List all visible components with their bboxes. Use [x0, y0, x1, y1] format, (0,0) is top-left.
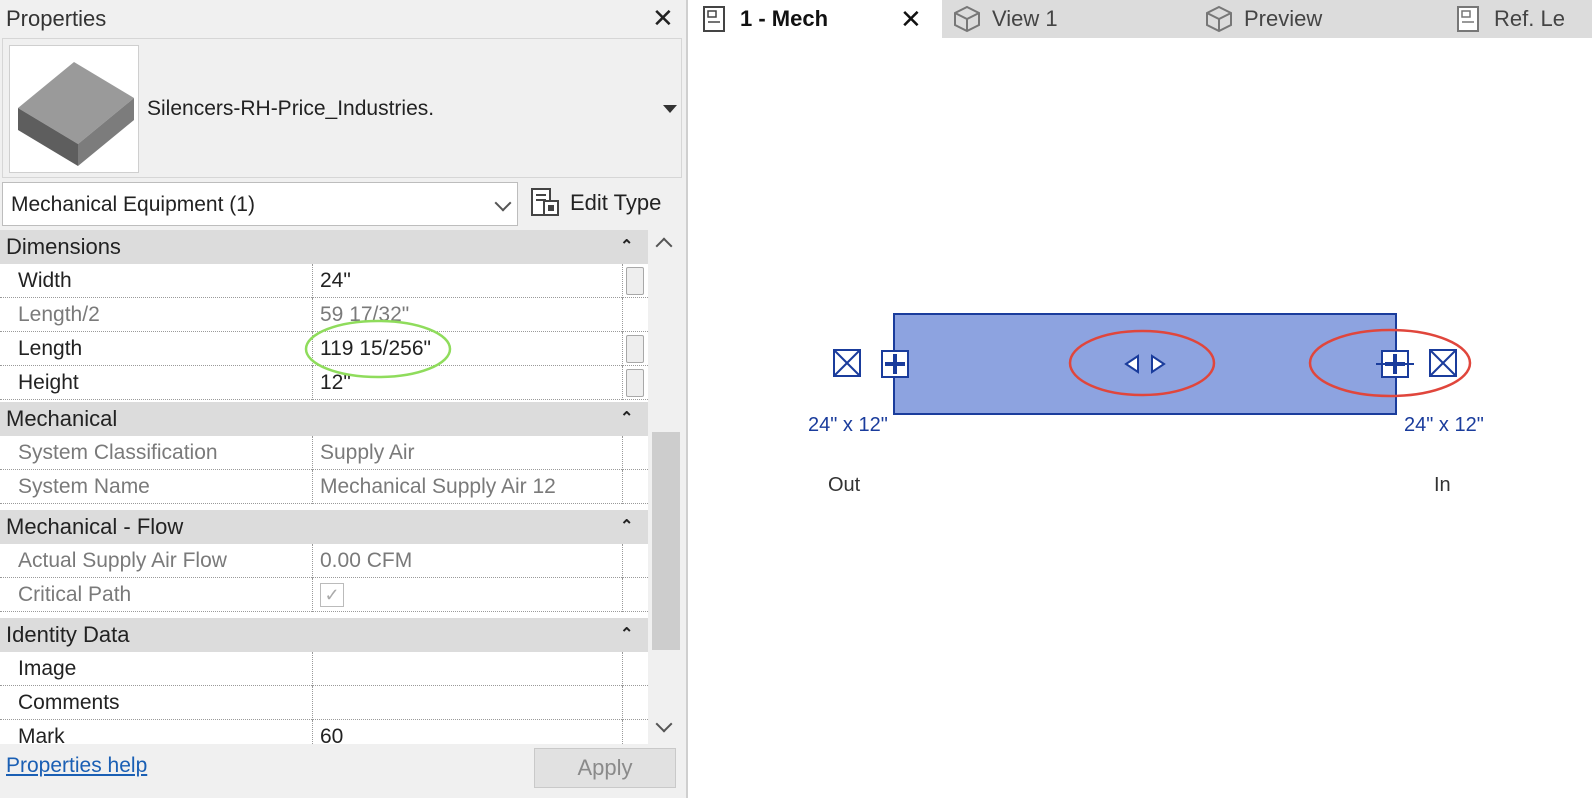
category-filter-select[interactable]: Mechanical Equipment (1): [2, 182, 518, 226]
prop-row-system-classification: System Classification Supply Air: [0, 436, 648, 470]
group-mechanical-flow[interactable]: Mechanical - Flow ⌃: [0, 510, 648, 544]
group-label: Mechanical: [6, 406, 118, 431]
prop-value: Supply Air: [320, 441, 415, 464]
prop-row-actual-flow: Actual Supply Air Flow 0.00 CFM: [0, 544, 648, 578]
drawing-canvas[interactable]: 24" x 12" 24" x 12" Out In: [690, 38, 1592, 798]
length-highlight-ellipse: [304, 319, 452, 379]
view-tabs: 1 - Mech ✕ View 1 Preview Ref. Le: [690, 0, 1592, 38]
tab-close-icon[interactable]: ✕: [900, 4, 922, 35]
left-connection-point-icon: [881, 350, 909, 378]
collapse-icon[interactable]: ⌃: [620, 516, 633, 536]
right-duct-connector-icon: [1429, 349, 1457, 377]
chevron-down-icon: [494, 194, 512, 212]
group-label: Identity Data: [6, 622, 130, 647]
type-selector[interactable]: Silencers-RH-Price_Industries.: [2, 38, 682, 178]
collapse-icon[interactable]: ⌃: [620, 408, 633, 428]
edit-type-icon: [531, 188, 559, 216]
group-label: Dimensions: [6, 234, 121, 259]
prop-name: Width: [18, 269, 72, 292]
prop-name: Length/2: [18, 303, 100, 326]
collapse-icon[interactable]: ⌃: [620, 236, 633, 256]
scroll-thumb[interactable]: [652, 432, 680, 650]
apply-button[interactable]: Apply: [534, 748, 676, 788]
prop-row-mark[interactable]: Mark 60: [0, 720, 648, 744]
prop-value: 0.00 CFM: [320, 549, 413, 572]
tab-label: 1 - Mech: [740, 6, 829, 31]
cube-3d-icon: [1206, 5, 1232, 33]
collapse-icon[interactable]: ⌃: [620, 624, 633, 644]
prop-name: System Classification: [18, 441, 218, 464]
associate-param-button[interactable]: [626, 369, 644, 397]
group-dimensions[interactable]: Dimensions ⌃: [0, 230, 648, 264]
prop-name: Image: [18, 657, 77, 680]
tab-label: Ref. Le: [1494, 6, 1565, 31]
out-label: Out: [828, 474, 861, 496]
prop-name: Critical Path: [18, 583, 132, 606]
properties-title: Properties: [6, 6, 107, 31]
tab-view-1[interactable]: View 1: [952, 0, 1058, 38]
prop-name: Length: [18, 337, 83, 360]
associate-param-button[interactable]: [626, 335, 644, 363]
prop-name: Height: [18, 371, 79, 394]
prop-value: Mechanical Supply Air 12: [320, 475, 556, 498]
prop-row-system-name: System Name Mechanical Supply Air 12: [0, 470, 648, 504]
properties-help-link[interactable]: Properties help: [6, 754, 147, 778]
properties-scrollbar[interactable]: [650, 230, 682, 744]
sheet-view-icon: [1457, 6, 1479, 32]
type-dropdown-arrow-icon[interactable]: [663, 105, 677, 113]
properties-panel: Properties ✕ Silencers-RH-Price_Industri…: [0, 0, 688, 798]
family-thumbnail: [9, 45, 139, 173]
type-name: Silencers-RH-Price_Industries.: [147, 97, 435, 120]
prop-row-image[interactable]: Image: [0, 652, 648, 686]
right-size-label: 24" x 12": [1404, 414, 1484, 436]
edit-type-button[interactable]: Edit Type: [530, 186, 661, 220]
sheet-view-icon: [703, 6, 725, 32]
prop-row-critical-path: Critical Path ✓: [0, 578, 648, 612]
in-label: In: [1434, 474, 1451, 496]
associate-param-button[interactable]: [626, 267, 644, 295]
prop-name: Actual Supply Air Flow: [18, 549, 227, 572]
category-filter-value: Mechanical Equipment (1): [11, 193, 255, 216]
prop-name: Mark: [18, 725, 65, 744]
edit-type-label: Edit Type: [570, 190, 662, 215]
left-duct-connector-icon: [833, 349, 861, 377]
tab-label: View 1: [992, 6, 1058, 31]
silencer-body: [893, 313, 1397, 415]
group-identity-data[interactable]: Identity Data ⌃: [0, 618, 648, 652]
right-connection-point-icon: [1376, 350, 1414, 378]
prop-name: Comments: [18, 691, 120, 714]
cube-3d-icon: [954, 5, 980, 33]
tab-ref-level[interactable]: Ref. Le: [1454, 0, 1565, 38]
group-mechanical[interactable]: Mechanical ⌃: [0, 402, 648, 436]
tab-preview[interactable]: Preview: [1204, 0, 1322, 38]
properties-grid: Dimensions ⌃ Width 24" Length/2 59 17/32…: [0, 230, 648, 744]
prop-row-comments[interactable]: Comments: [0, 686, 648, 720]
tab-label: Preview: [1244, 6, 1323, 31]
scroll-down-icon[interactable]: [655, 715, 673, 733]
tab-1-mech[interactable]: 1 - Mech ✕: [690, 0, 942, 38]
prop-name: System Name: [18, 475, 150, 498]
close-icon[interactable]: ✕: [652, 4, 674, 32]
prop-value[interactable]: 60: [320, 725, 343, 744]
scroll-up-icon[interactable]: [655, 237, 673, 255]
left-size-label: 24" x 12": [808, 414, 888, 436]
prop-value[interactable]: 24": [320, 269, 351, 293]
prop-row-width[interactable]: Width 24": [0, 264, 648, 298]
critical-path-checkbox: ✓: [320, 583, 344, 607]
group-label: Mechanical - Flow: [6, 514, 184, 539]
